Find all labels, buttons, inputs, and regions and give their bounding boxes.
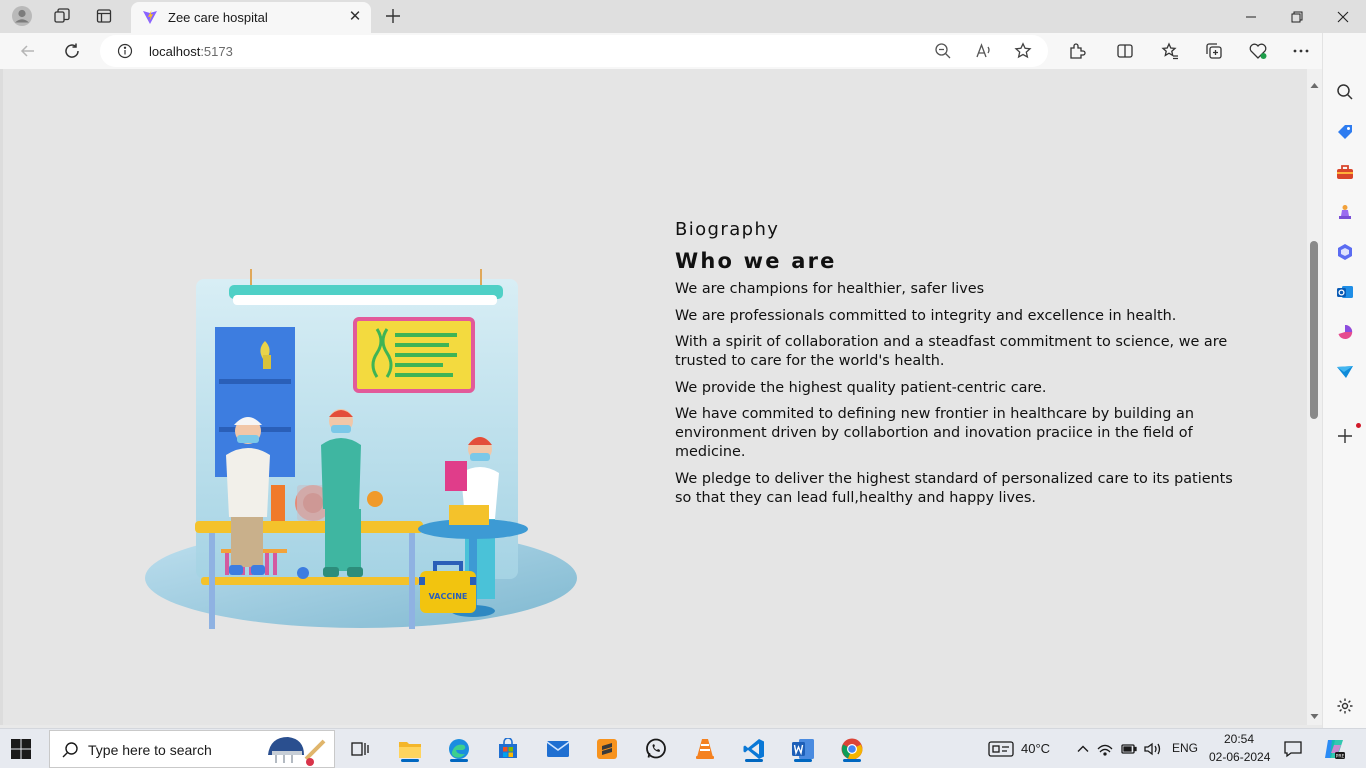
biography-paragraph: With a spirit of collaboration and a ste… (675, 334, 1228, 369)
workspaces-icon[interactable] (49, 4, 75, 28)
weather-icon[interactable] (987, 735, 1015, 763)
url-port: :5173 (200, 44, 233, 59)
navigation-bar: localhost:5173 (0, 33, 1366, 69)
clock-time[interactable]: 20:54 (1224, 732, 1254, 746)
windows-start-icon[interactable] (10, 738, 32, 760)
taskbar-search-box[interactable]: Type here to search (49, 730, 335, 768)
active-indicator (745, 759, 763, 762)
settings-icon[interactable] (1334, 695, 1356, 717)
search-icon (61, 741, 79, 764)
browser-essentials-icon[interactable] (1245, 38, 1271, 64)
biography-subtitle: Biography (675, 219, 780, 240)
active-indicator (794, 759, 812, 762)
sublime-text-icon[interactable] (593, 735, 621, 763)
language-indicator[interactable]: ENG (1172, 741, 1198, 755)
copilot-icon[interactable] (1334, 241, 1356, 263)
word-icon[interactable] (789, 735, 817, 763)
tag-icon[interactable] (1334, 121, 1356, 143)
outlook-icon[interactable] (1334, 281, 1356, 303)
more-options-icon[interactable] (1288, 38, 1314, 64)
store-icon[interactable] (494, 735, 522, 763)
restore-icon[interactable] (1274, 0, 1320, 33)
lab-illustration: VACCINE (133, 259, 593, 637)
windows-taskbar: Type here to search 40°C ENG 20:54 02-06… (0, 728, 1366, 768)
page-scrollbar[interactable] (1307, 69, 1322, 725)
favorite-star-icon[interactable] (1014, 42, 1032, 65)
address-bar[interactable]: localhost:5173 (100, 35, 1048, 67)
vscode-icon[interactable] (740, 735, 768, 763)
page-viewport: VACCINE Biography Who we are We are cham… (3, 69, 1307, 725)
vlc-icon[interactable] (691, 735, 719, 763)
send-icon[interactable] (1334, 361, 1356, 383)
tab-close-icon[interactable]: ✕ (346, 8, 364, 26)
back-icon[interactable] (15, 38, 41, 64)
new-tab-icon[interactable] (381, 4, 405, 28)
add-icon[interactable] (1334, 425, 1356, 447)
search-icon[interactable] (1334, 81, 1356, 103)
profile-icon[interactable] (9, 4, 35, 28)
whatsapp-icon[interactable] (642, 735, 670, 763)
biography-paragraph: We are professionals committed to integr… (675, 307, 1177, 324)
biography-paragraph: We provide the highest quality patient-c… (675, 379, 1047, 396)
weather-temperature[interactable]: 40°C (1021, 741, 1050, 756)
url-text: localhost:5173 (149, 44, 233, 59)
site-info-icon[interactable] (117, 43, 133, 64)
collections-icon[interactable] (1201, 38, 1227, 64)
task-view-icon[interactable] (346, 735, 374, 763)
close-window-icon[interactable] (1320, 0, 1366, 33)
zoom-out-icon[interactable] (934, 42, 952, 65)
search-placeholder: Type here to search (88, 742, 212, 758)
tab-title: Zee care hospital (168, 10, 268, 25)
url-host: localhost (149, 44, 201, 59)
chrome-icon[interactable] (838, 735, 866, 763)
cricket-helmet-icon (264, 733, 328, 768)
network-volume-icons[interactable] (1095, 735, 1165, 763)
svg-text:PRE: PRE (1336, 754, 1345, 760)
toolbox-icon[interactable] (1334, 161, 1356, 183)
minimize-icon[interactable] (1228, 0, 1274, 33)
copilot-taskbar-icon[interactable]: PRE (1320, 735, 1348, 763)
favorites-icon[interactable] (1157, 38, 1183, 64)
active-indicator (843, 759, 861, 762)
vite-favicon-icon (142, 9, 158, 30)
clock-date[interactable]: 02-06-2024 (1209, 750, 1270, 764)
edge-sidebar (1322, 33, 1366, 728)
biography-paragraph: We have commited to defining new frontie… (675, 406, 1194, 460)
biography-title: Who we are (675, 249, 837, 273)
notification-dot (1356, 423, 1361, 428)
split-screen-icon[interactable] (1112, 38, 1138, 64)
mail-icon[interactable] (544, 735, 572, 763)
chess-icon[interactable] (1334, 201, 1356, 223)
drop-icon[interactable] (1334, 321, 1356, 343)
active-indicator (450, 759, 468, 762)
tab-actions-icon[interactable] (91, 4, 117, 28)
title-bar: Zee care hospital ✕ (0, 0, 1366, 33)
tab-zee-care[interactable]: Zee care hospital ✕ (131, 2, 371, 33)
extensions-icon[interactable] (1064, 38, 1090, 64)
scroll-up-arrow-icon[interactable] (1310, 77, 1319, 88)
active-indicator (401, 759, 419, 762)
refresh-icon[interactable] (59, 38, 85, 64)
scroll-down-arrow-icon[interactable] (1310, 708, 1319, 719)
biography-paragraph: We are champions for healthier, safer li… (675, 281, 985, 297)
file-explorer-icon[interactable] (396, 735, 424, 763)
vaccine-case-label: VACCINE (429, 592, 468, 601)
scroll-thumb[interactable] (1310, 241, 1318, 419)
chevron-up-icon[interactable] (1069, 735, 1097, 763)
biography-paragraph: We pledge to deliver the highest standar… (675, 470, 1233, 506)
biography-section: Biography Who we are We are champions fo… (675, 219, 1235, 515)
edge-taskbar-icon[interactable] (445, 735, 473, 763)
read-aloud-icon[interactable] (975, 42, 993, 65)
notifications-icon[interactable] (1279, 735, 1307, 763)
